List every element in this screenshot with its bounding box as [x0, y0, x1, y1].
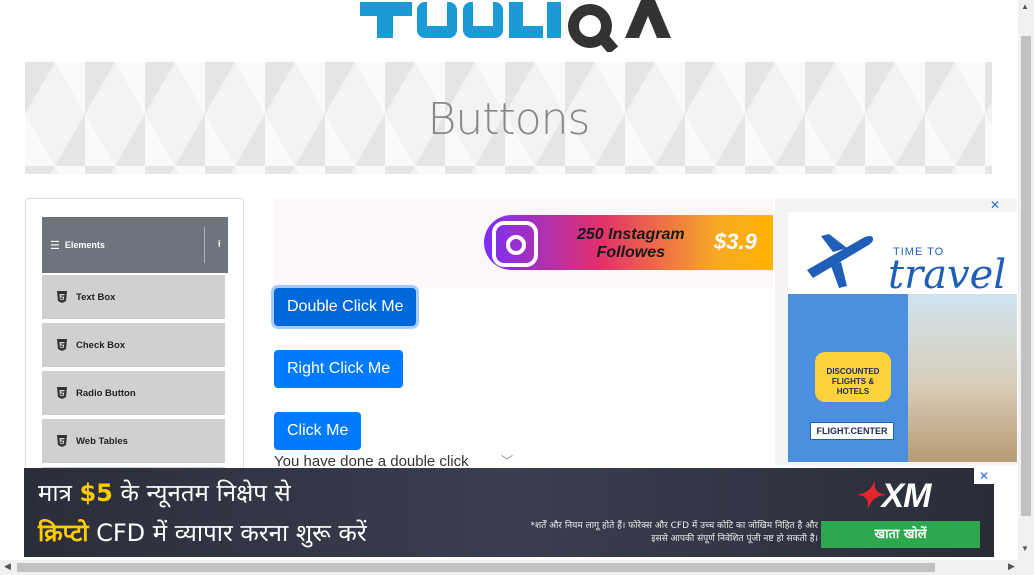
- ad-text-line1: 250 Instagram: [577, 226, 685, 243]
- divider: [204, 227, 205, 263]
- page: Buttons ☰ Elements ⭱ Text Box Check Box …: [0, 0, 1034, 575]
- toolsqa-logo[interactable]: [355, 0, 675, 52]
- ad-line1-post: के न्यूनतम निक्षेप से: [112, 479, 291, 507]
- ad-text: 250 Instagram Followes: [577, 226, 685, 262]
- html5-icon: [57, 339, 67, 351]
- sidebar-group-elements[interactable]: ☰ Elements ⭱: [42, 217, 228, 273]
- sidebar-item-label: Radio Button: [76, 387, 136, 399]
- instagram-ad[interactable]: 250 Instagram Followes $3.9: [274, 198, 773, 288]
- ad-headline: travel: [888, 252, 1007, 298]
- html5-icon: [57, 435, 67, 447]
- scroll-down-icon[interactable]: ▼: [1021, 544, 1029, 553]
- ad-line2-highlight: क्रिप्टो: [38, 519, 89, 547]
- ad-close-icon[interactable]: ✕: [974, 468, 994, 484]
- xm-ad[interactable]: मात्र $5 के न्यूनतम निक्षेप से क्रिप्टो …: [24, 468, 994, 557]
- vertical-scrollbar[interactable]: ▲ ▼: [1018, 0, 1034, 560]
- xm-logo-text: XM: [881, 477, 932, 515]
- sidebar-item-web-tables[interactable]: Web Tables: [42, 419, 225, 465]
- collapse-up-icon[interactable]: ⭱: [218, 237, 222, 254]
- sidebar: ☰ Elements ⭱ Text Box Check Box Radio Bu…: [25, 198, 244, 489]
- ad-bubble-line1: DISCOUNTED: [826, 367, 880, 376]
- ad-line2: क्रिप्टो CFD में व्यापार करना शुरू करें: [38, 516, 367, 549]
- ad-line1-pre: मात्र: [38, 479, 80, 507]
- ad-fine-print: *शर्तें और नियम लागू होते हैं। फोरेक्स औ…: [530, 521, 818, 544]
- instagram-icon: [492, 221, 538, 267]
- ad-line1: मात्र $5 के न्यूनतम निक्षेप से: [38, 476, 291, 509]
- html5-icon: [57, 291, 67, 303]
- ad-brand: FLIGHT.CENTER: [810, 422, 894, 440]
- ad-bubble-line2: FLIGHTS & HOTELS: [831, 377, 875, 396]
- ad-line2-post: CFD में व्यापार करना शुरू करें: [88, 519, 367, 547]
- sidebar-item-radio-button[interactable]: Radio Button: [42, 371, 225, 417]
- travel-ad[interactable]: ✕ TIME TO travel DISCOUNTED FLIGHTS & HO…: [775, 198, 1017, 466]
- sidebar-item-label: Text Box: [76, 291, 116, 303]
- sidebar-group-label: Elements: [64, 240, 105, 250]
- airplane-icon: [807, 234, 874, 288]
- right-click-button[interactable]: Right Click Me: [274, 350, 404, 388]
- scrollbar-thumb[interactable]: [17, 563, 935, 572]
- scroll-up-icon[interactable]: ▲: [1021, 2, 1029, 11]
- ad-close-icon[interactable]: ✕: [990, 198, 1000, 212]
- ad-bubble: DISCOUNTED FLIGHTS & HOTELS: [815, 352, 891, 402]
- xm-logo: ✦XM: [854, 477, 932, 515]
- html5-icon: [57, 387, 67, 399]
- sidebar-item-label: Check Box: [76, 339, 126, 351]
- sidebar-item-label: Web Tables: [76, 435, 128, 447]
- double-click-button[interactable]: Double Click Me: [274, 288, 417, 326]
- page-title: Buttons: [427, 94, 591, 145]
- click-me-button[interactable]: Click Me: [274, 412, 362, 450]
- menu-icon: ☰: [50, 239, 60, 252]
- scrollbar-thumb[interactable]: [1021, 36, 1031, 516]
- scroll-left-icon[interactable]: ◀: [4, 561, 11, 572]
- ad-creative: TIME TO travel DISCOUNTED FLIGHTS & HOTE…: [788, 212, 1017, 462]
- ad-amount: $5: [79, 479, 113, 507]
- page-banner: Buttons: [25, 62, 992, 174]
- open-account-button[interactable]: खाता खोलें: [821, 521, 980, 548]
- ad-text-line2: Followes: [596, 244, 666, 261]
- scroll-right-icon[interactable]: ▶: [1008, 561, 1015, 572]
- horizontal-scrollbar[interactable]: ◀ ▶: [0, 560, 1034, 575]
- ad-price: $3.9: [714, 229, 757, 254]
- chevron-down-icon[interactable]: ﹀: [501, 452, 513, 469]
- sidebar-item-text-box[interactable]: Text Box: [42, 275, 225, 321]
- ad-creative: 250 Instagram Followes $3.9: [484, 215, 773, 270]
- sidebar-item-check-box[interactable]: Check Box: [42, 323, 225, 369]
